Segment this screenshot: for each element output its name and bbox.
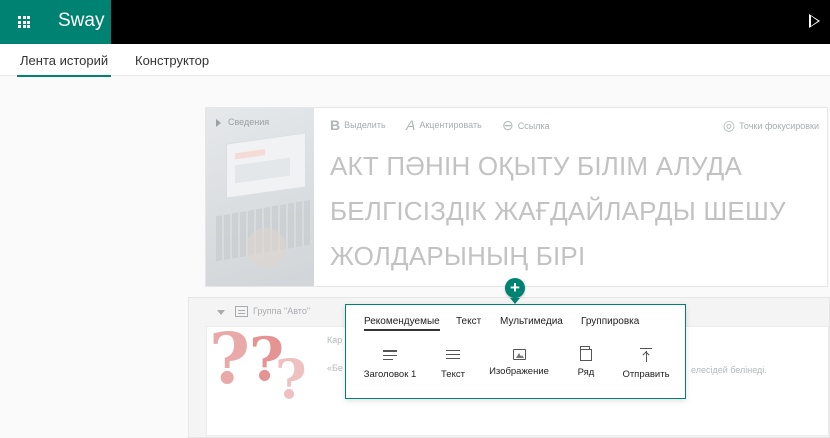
popup-tab-recommended[interactable]: Рекомендуемые xyxy=(364,316,440,331)
tab-storyline[interactable]: Лента историй xyxy=(16,53,112,77)
insert-row-label: Ряд xyxy=(577,367,595,378)
focus-points-label: Точки фокусировки xyxy=(739,120,819,131)
popup-tab-text[interactable]: Текст xyxy=(456,316,481,327)
content-card-text-tail[interactable]: елесідей белінеді. xyxy=(691,365,767,375)
send-label: Отправить xyxy=(622,369,670,380)
accent-icon: A xyxy=(406,117,416,133)
caret-right-icon[interactable] xyxy=(216,119,221,127)
group-icon xyxy=(235,306,248,317)
info-label[interactable]: Сведения xyxy=(228,117,269,127)
title-heading[interactable]: АКТ ПӘНІН ОҚЫТУ БІЛІМ АЛУДА БЕЛГІСІЗДІК … xyxy=(330,144,810,279)
text-icon xyxy=(445,347,461,363)
link-icon: ⊖ xyxy=(502,117,514,133)
group-label[interactable]: Группа "Авто" xyxy=(253,306,310,316)
insert-heading-label: Заголовок 1 xyxy=(363,369,417,380)
emphasize-label: Выделить xyxy=(344,120,386,130)
image-icon xyxy=(512,349,526,360)
title-card-image[interactable]: Сведения xyxy=(206,108,314,286)
content-card-text[interactable]: «Бе xyxy=(327,363,343,373)
title-card[interactable]: Сведения B Выделить A Акцентировать ⊖ Сс… xyxy=(205,107,828,287)
focus-points-icon: ◎ xyxy=(722,117,736,133)
bold-icon: B xyxy=(330,117,341,133)
insert-image-button[interactable]: Изображение xyxy=(484,347,554,377)
focus-points-button[interactable]: ◎ Точки фокусировки xyxy=(723,117,819,134)
accent-button[interactable]: A Акцентировать xyxy=(406,117,482,133)
question-mark-image-3: ? xyxy=(275,347,307,411)
waffle-icon xyxy=(18,16,30,28)
row-icon xyxy=(580,346,592,361)
insert-text-button[interactable]: Текст xyxy=(418,347,488,380)
add-content-button[interactable]: + xyxy=(505,278,525,298)
accent-label: Акцентировать xyxy=(419,120,482,130)
send-icon xyxy=(638,347,654,363)
content-card-image[interactable]: ? ? ? xyxy=(207,327,315,435)
link-button[interactable]: ⊖ Ссылка xyxy=(502,117,550,134)
app-launcher-button[interactable] xyxy=(0,0,48,44)
emphasize-button[interactable]: B Выделить xyxy=(330,117,386,133)
question-mark-image-1: ? xyxy=(209,327,251,400)
popup-tab-grouping[interactable]: Группировка xyxy=(581,316,639,327)
tab-bar: Лента историй Конструктор xyxy=(0,44,830,77)
heading-icon xyxy=(382,347,398,363)
popup-tab-media[interactable]: Мультимедиа xyxy=(500,316,563,327)
link-label: Ссылка xyxy=(517,120,550,131)
top-bar: Sway xyxy=(0,0,830,44)
play-icon[interactable] xyxy=(809,14,820,28)
insert-heading-button[interactable]: Заголовок 1 xyxy=(355,347,425,380)
brand-area: Sway xyxy=(0,0,111,44)
insert-content-popup: Рекомендуемые Текст Мультимедиа Группиро… xyxy=(345,304,686,399)
app-title[interactable]: Sway xyxy=(58,10,104,32)
tab-design[interactable]: Конструктор xyxy=(135,53,209,68)
insert-text-label: Текст xyxy=(441,369,465,380)
caret-down-icon[interactable] xyxy=(217,310,225,315)
insert-image-label: Изображение xyxy=(489,366,549,377)
send-button[interactable]: Отправить xyxy=(611,347,681,380)
content-card-heading[interactable]: Кар xyxy=(327,335,342,345)
